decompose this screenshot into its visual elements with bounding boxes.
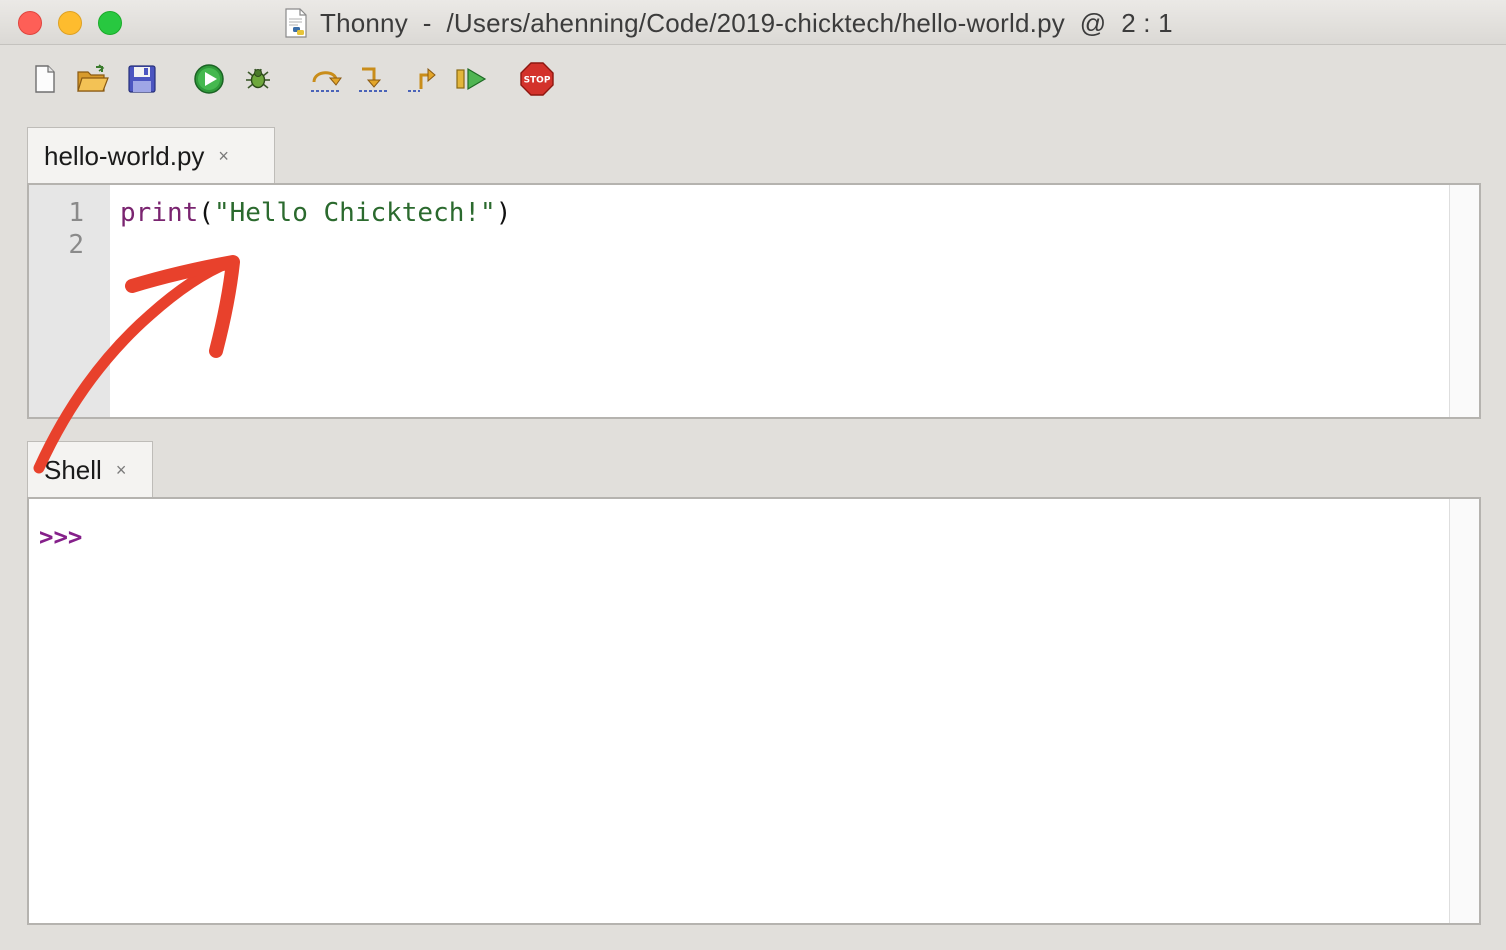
debug-icon xyxy=(246,68,270,89)
close-window-button[interactable] xyxy=(18,11,42,35)
line-number-gutter: 1 2 xyxy=(29,185,110,417)
step-over-button[interactable] xyxy=(309,62,343,96)
code-function: print xyxy=(120,198,199,228)
code-line[interactable]: print("Hello Chicktech!") xyxy=(120,197,511,229)
zoom-window-button[interactable] xyxy=(98,11,122,35)
line-number: 2 xyxy=(68,230,84,260)
stop-button[interactable]: STOP xyxy=(520,62,554,96)
minimize-window-button[interactable] xyxy=(58,11,82,35)
new-file-icon xyxy=(35,65,55,93)
step-out-icon xyxy=(408,67,436,92)
step-over-icon xyxy=(311,71,342,92)
tab-hello-world[interactable]: hello-world.py × xyxy=(27,127,275,184)
window-title-text: Thonny - /Users/ahenning/Code/2019-chick… xyxy=(320,7,1173,38)
stop-icon: STOP xyxy=(520,62,554,96)
toolbar: STOP xyxy=(0,44,1506,114)
run-button[interactable] xyxy=(192,62,226,96)
step-into-button[interactable] xyxy=(357,62,391,96)
editor-pane[interactable]: 1 2 print("Hello Chicktech!") xyxy=(27,183,1481,419)
shell-scrollbar[interactable] xyxy=(1449,499,1479,923)
save-button[interactable] xyxy=(125,62,159,96)
step-out-button[interactable] xyxy=(406,62,440,96)
python-file-icon xyxy=(285,8,307,38)
save-icon xyxy=(128,65,156,93)
window-title-bar: Thonny - /Users/ahenning/Code/2019-chick… xyxy=(0,0,1506,45)
tab-shell[interactable]: Shell × xyxy=(27,441,153,498)
debug-button[interactable] xyxy=(241,62,275,96)
shell-pane[interactable]: >>> xyxy=(27,497,1481,925)
open-folder-icon xyxy=(77,64,109,92)
run-icon xyxy=(194,64,224,94)
close-tab-icon[interactable]: × xyxy=(116,460,127,481)
window-title: Thonny - /Users/ahenning/Code/2019-chick… xyxy=(284,7,1173,39)
shell-tab-label: Shell xyxy=(44,454,102,485)
editor-tab-label: hello-world.py xyxy=(44,140,205,171)
editor-scrollbar[interactable] xyxy=(1449,185,1479,417)
step-into-icon xyxy=(359,67,389,92)
resume-icon xyxy=(456,67,487,91)
line-number: 1 xyxy=(68,198,84,228)
new-file-button[interactable] xyxy=(28,62,62,96)
shell-prompt: >>> xyxy=(39,523,83,551)
code-paren-open: ( xyxy=(198,198,214,228)
code-paren-close: ) xyxy=(495,198,512,228)
code-string: "Hello Chicktech!" xyxy=(213,198,496,228)
open-file-button[interactable] xyxy=(76,62,110,96)
stop-icon-label: STOP xyxy=(524,76,551,86)
close-tab-icon[interactable]: × xyxy=(218,146,229,167)
resume-button[interactable] xyxy=(454,62,488,96)
